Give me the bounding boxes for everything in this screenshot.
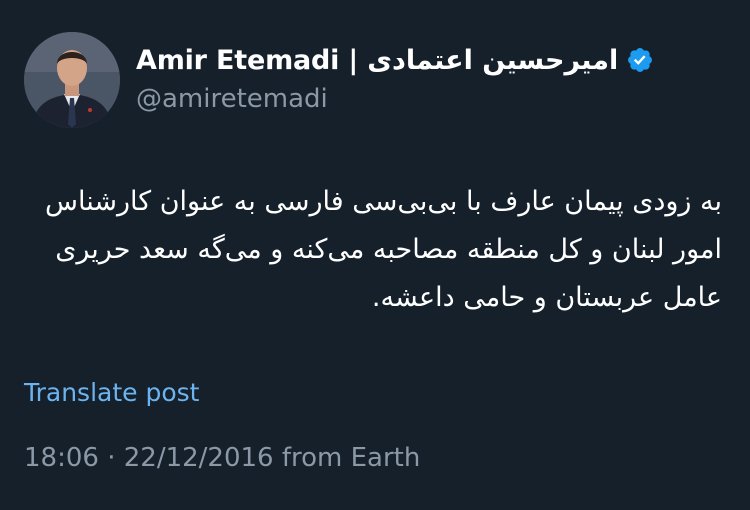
tweet-metadata: 18:06 · 22/12/2016 from Earth — [24, 443, 420, 473]
author-name-row[interactable]: Amir Etemadi | امیرحسین اعتمادی — [136, 40, 654, 80]
profile-photo-icon — [24, 32, 120, 128]
tweet-source: from Earth — [273, 443, 421, 473]
tweet-time[interactable]: 18:06 — [24, 443, 99, 473]
tweet-text: به زودی پیمان عارف با بی‌بی‌سی فارسی به … — [45, 186, 722, 313]
tweet-card: Amir Etemadi | امیرحسین اعتمادی @amirete… — [0, 0, 750, 510]
translate-post-link[interactable]: Translate post — [24, 378, 199, 407]
display-name[interactable]: Amir Etemadi | امیرحسین اعتمادی — [136, 45, 618, 76]
avatar[interactable] — [24, 32, 120, 128]
verified-badge-icon — [628, 48, 653, 72]
author-handle[interactable]: @amiretemadi — [136, 84, 328, 114]
tweet-date[interactable]: 22/12/2016 — [124, 443, 274, 473]
meta-separator: · — [98, 443, 124, 473]
